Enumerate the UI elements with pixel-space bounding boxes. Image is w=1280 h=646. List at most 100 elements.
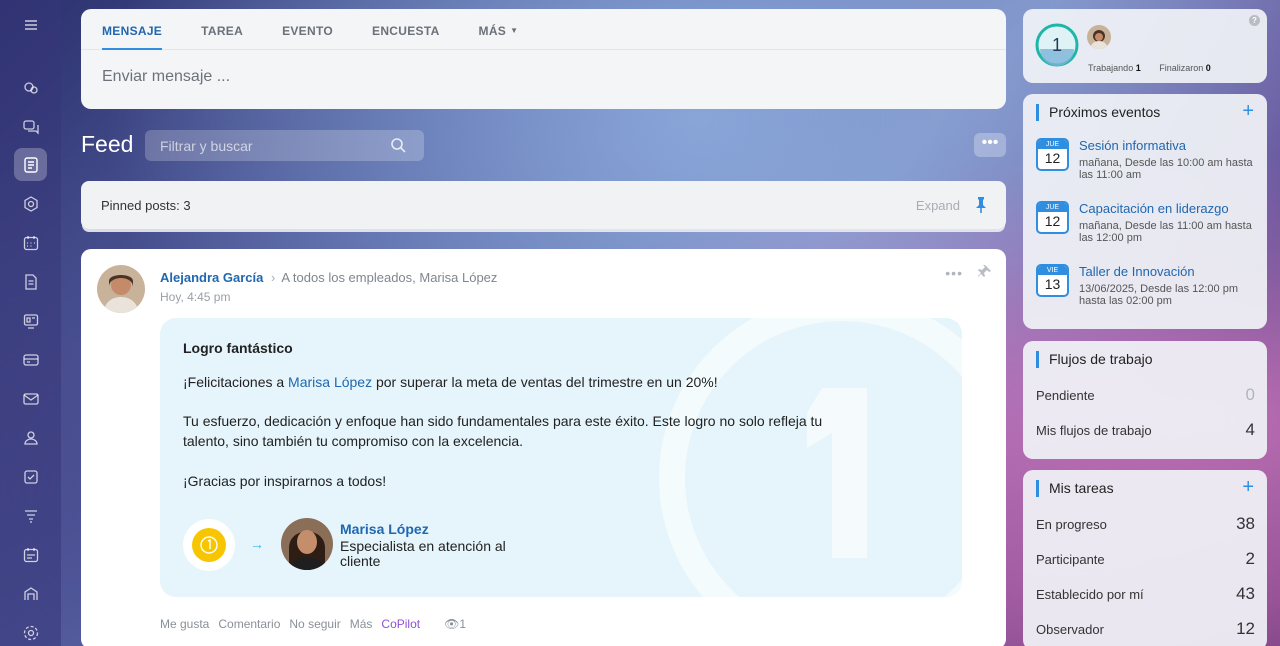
avatar[interactable]: [1087, 25, 1111, 49]
tasks-icon[interactable]: [14, 460, 47, 493]
kudos-p1-after: por superar la meta de ventas del trimes…: [372, 374, 718, 390]
feed-more-button[interactable]: •••: [974, 133, 1006, 157]
row-value: 0: [1245, 385, 1255, 404]
tab-poll[interactable]: ENCUESTA: [372, 9, 440, 50]
workflows-widget: Flujos de trabajo Pendiente 0 Mis flujos…: [1023, 341, 1267, 459]
widget-title[interactable]: Próximos eventos: [1036, 104, 1160, 121]
event-item[interactable]: VIE 13 Taller de Innovación 13/06/2025, D…: [1036, 264, 1261, 314]
row-value: 43: [1236, 584, 1255, 603]
unfollow-button[interactable]: No seguir: [289, 617, 340, 631]
upcoming-events-widget: Próximos eventos + JUE 12 Sesión informat…: [1023, 94, 1267, 329]
settings-icon[interactable]: [14, 616, 47, 646]
finished-value: 0: [1205, 63, 1211, 73]
collaboration-icon[interactable]: [14, 71, 47, 104]
help-icon[interactable]: ?: [1249, 15, 1260, 26]
row-label: En progreso: [1036, 517, 1107, 532]
task-row[interactable]: En progreso 38: [1036, 514, 1255, 534]
composer-tabs: MENSAJE TAREA EVENTO ENCUESTA MÁS ▼: [81, 9, 1006, 50]
post-author[interactable]: Alejandra García: [160, 270, 263, 285]
tab-more[interactable]: MÁS ▼: [479, 9, 519, 50]
tab-message[interactable]: MENSAJE: [102, 9, 163, 50]
schedule-icon[interactable]: [14, 538, 47, 571]
filter-icon[interactable]: [14, 499, 47, 532]
post-timestamp: Hoy, 4:45 pm: [160, 290, 231, 304]
menu-icon[interactable]: [14, 8, 47, 41]
task-row[interactable]: Participante 2: [1036, 549, 1255, 569]
kudos-badge: [183, 519, 235, 571]
event-title[interactable]: Taller de Innovación: [1079, 264, 1195, 279]
post-menu-icon[interactable]: •••: [945, 265, 963, 281]
event-title[interactable]: Sesión informativa: [1079, 138, 1186, 153]
recipients-text[interactable]: A todos los empleados, Marisa López: [281, 270, 497, 285]
left-sidebar: [0, 0, 61, 646]
crm-icon[interactable]: [14, 343, 47, 376]
row-value: 4: [1245, 420, 1255, 439]
pin-icon[interactable]: [978, 264, 992, 278]
search-icon[interactable]: [390, 137, 407, 154]
medal-icon: [192, 528, 226, 562]
search-input[interactable]: [145, 130, 385, 161]
row-value: 2: [1245, 549, 1255, 568]
kudos-paragraph-3: ¡Gracias por inspirarnos a todos!: [183, 473, 387, 489]
chat-icon[interactable]: [14, 110, 47, 143]
worktime-stats: Trabajando 1 Finalizaron 0: [1088, 63, 1227, 73]
event-time: mañana, Desde las 10:00 am hasta las 11:…: [1079, 157, 1253, 181]
feed-search: [145, 130, 424, 161]
event-time: mañana, Desde las 11:00 am hasta las 12:…: [1079, 220, 1252, 244]
more-button[interactable]: Más: [350, 617, 373, 631]
feed-icon[interactable]: [14, 148, 47, 181]
event-item[interactable]: JUE 12 Capacitación en liderazgo mañana, …: [1036, 201, 1261, 251]
event-weekday: VIE: [1038, 266, 1067, 275]
working-label: Trabajando: [1088, 63, 1134, 73]
trophy-watermark-icon: [659, 318, 962, 597]
widget-title[interactable]: Mis tareas: [1036, 480, 1114, 497]
worktime-count: 1: [1051, 35, 1062, 55]
sites-icon[interactable]: [14, 577, 47, 610]
workflow-row[interactable]: Pendiente 0: [1036, 385, 1255, 405]
pin-icon[interactable]: [974, 196, 988, 214]
event-item[interactable]: JUE 12 Sesión informativa mañana, Desde l…: [1036, 138, 1261, 188]
copilot-button[interactable]: CoPilot: [381, 617, 420, 631]
expand-button[interactable]: Expand: [916, 198, 960, 213]
avatar[interactable]: [281, 518, 333, 570]
documents-icon[interactable]: [14, 265, 47, 298]
event-title[interactable]: Capacitación en liderazgo: [1079, 201, 1229, 216]
recipient-name[interactable]: Marisa López: [340, 521, 429, 537]
message-input[interactable]: [102, 68, 982, 86]
tab-event[interactable]: EVENTO: [282, 9, 333, 50]
event-weekday: JUE: [1038, 140, 1067, 149]
like-button[interactable]: Me gusta: [160, 617, 209, 631]
mention-link[interactable]: Marisa López: [288, 374, 372, 390]
boards-icon[interactable]: [14, 304, 47, 337]
event-weekday: JUE: [1038, 203, 1067, 212]
post-recipients: › A todos los empleados, Marisa López: [271, 270, 497, 285]
employees-icon[interactable]: [14, 421, 47, 454]
tab-task[interactable]: TAREA: [201, 9, 243, 50]
recipient-role: Especialista en atención al cliente: [340, 538, 506, 569]
pinned-posts-label: Pinned posts: 3: [101, 198, 191, 213]
finished-label: Finalizaron: [1159, 63, 1204, 73]
avatar[interactable]: [97, 265, 145, 313]
task-row[interactable]: Establecido por mí 43: [1036, 584, 1255, 604]
working-value: 1: [1135, 63, 1141, 73]
my-tasks-widget: Mis tareas + En progreso 38 Participante…: [1023, 470, 1267, 646]
mail-icon[interactable]: [14, 382, 47, 415]
comment-button[interactable]: Comentario: [218, 617, 280, 631]
add-event-icon[interactable]: +: [1242, 101, 1254, 121]
eye-icon: 👁︎: [444, 617, 460, 631]
event-day-number: 12: [1044, 213, 1061, 229]
calendar-icon[interactable]: [14, 226, 47, 259]
automation-icon[interactable]: [14, 187, 47, 220]
widget-title[interactable]: Flujos de trabajo: [1036, 351, 1153, 368]
post-composer: MENSAJE TAREA EVENTO ENCUESTA MÁS ▼: [81, 9, 1006, 109]
row-value: 38: [1236, 514, 1255, 533]
add-task-icon[interactable]: +: [1242, 477, 1254, 497]
task-row[interactable]: Observador 12: [1036, 619, 1255, 639]
arrow-right-icon: →: [250, 536, 264, 552]
event-day-number: 12: [1044, 150, 1061, 166]
row-label: Pendiente: [1036, 388, 1095, 403]
pinned-posts-bar[interactable]: Pinned posts: 3 Expand: [81, 181, 1006, 229]
workflow-row[interactable]: Mis flujos de trabajo 4: [1036, 420, 1255, 440]
row-value: 12: [1236, 619, 1255, 638]
worktime-widget: 1 Trabajando 1 Finalizaron 0 ?: [1023, 9, 1267, 83]
